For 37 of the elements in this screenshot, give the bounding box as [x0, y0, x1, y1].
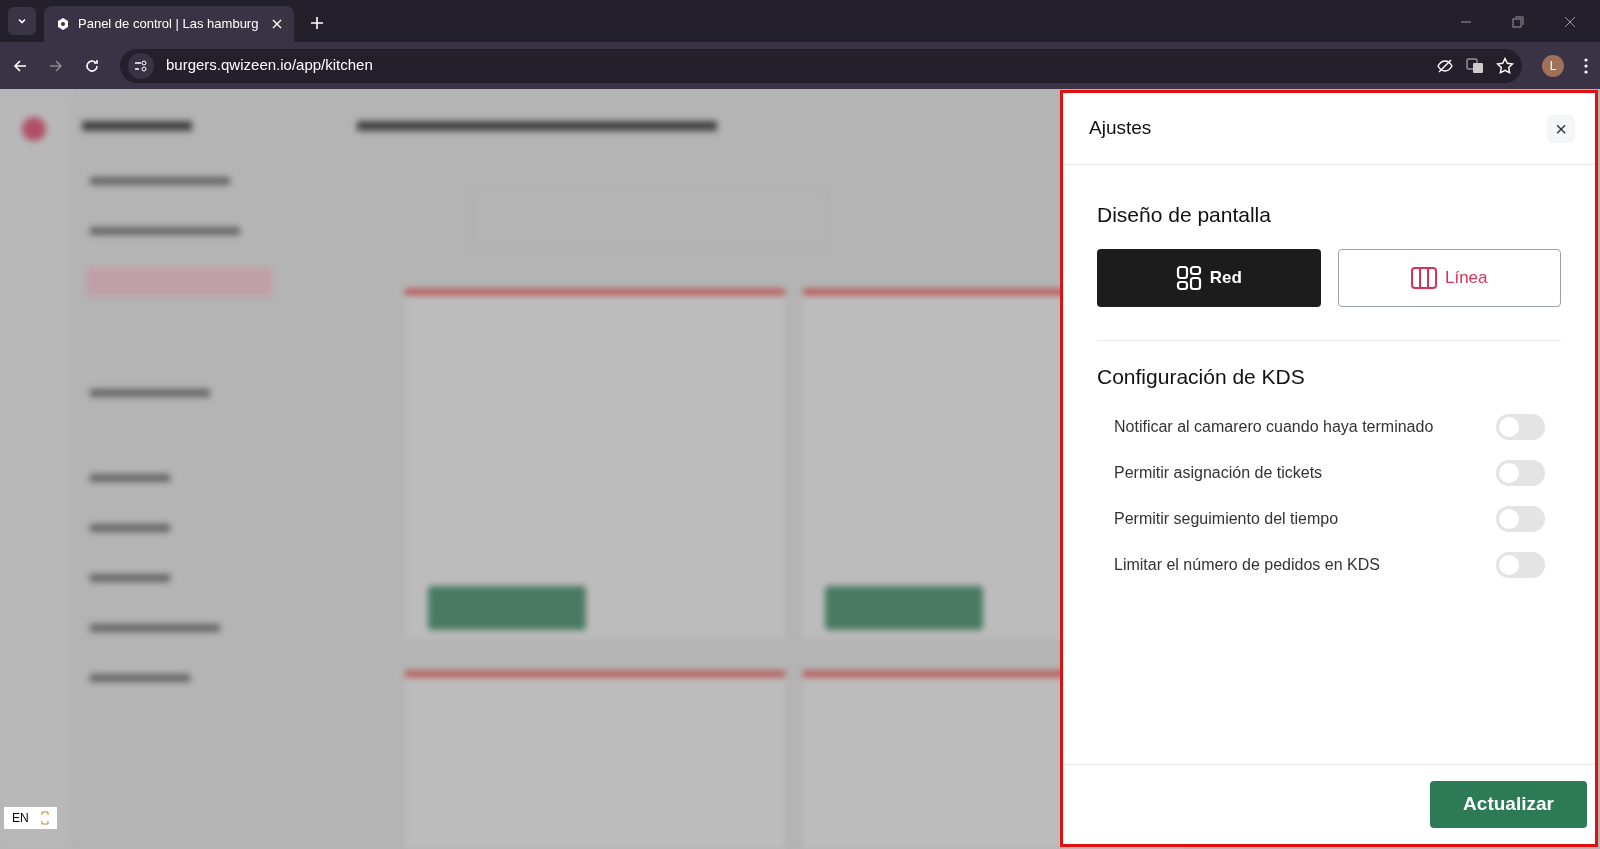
reload-icon[interactable] [84, 57, 100, 74]
toggle-switch[interactable] [1496, 552, 1545, 578]
hexagon-logo-icon [56, 17, 70, 31]
layout-option[interactable]: Red [1097, 248, 1321, 307]
translate-icon[interactable] [1466, 56, 1484, 75]
close-button[interactable]: × [1547, 114, 1575, 143]
tab-title: Panel de control | Las hamburg [78, 15, 260, 34]
more-menu-icon[interactable] [1584, 57, 1588, 74]
close-window-icon[interactable] [1564, 16, 1576, 28]
toggle-switch[interactable] [1496, 414, 1545, 440]
setting-label: Limitar el número de pedidos en KDS [1114, 555, 1380, 575]
expand-icon [40, 811, 49, 825]
setting-label: Notificar al camarero cuando haya terminado [1114, 417, 1434, 437]
grid-icon [1175, 264, 1202, 291]
setting-label: Permitir asignación de tickets [1114, 463, 1323, 483]
address-bar[interactable]: burgers.qwizeen.io/app/kitchen [120, 48, 1522, 83]
url-text: burgers.qwizeen.io/app/kitchen [166, 55, 374, 76]
back-arrow-icon[interactable] [12, 57, 28, 74]
setting-label: Permitir seguimiento del tiempo [1114, 509, 1339, 529]
forward-arrow-icon[interactable] [48, 57, 64, 74]
toggle-switch[interactable] [1496, 506, 1545, 532]
site-settings-icon[interactable] [128, 52, 154, 79]
section-heading: Configuración de KDS [1097, 363, 1306, 390]
language-indicator[interactable]: EN [4, 807, 57, 829]
toggle-switch[interactable] [1496, 460, 1545, 486]
update-button[interactable]: Actualizar [1430, 781, 1587, 828]
close-tab-icon[interactable] [272, 19, 282, 29]
tab-list-button[interactable] [8, 7, 36, 35]
star-icon[interactable] [1496, 56, 1514, 75]
layout-option[interactable]: Línea [1337, 248, 1561, 307]
section-heading: Diseño de pantalla [1097, 202, 1272, 228]
restore-icon[interactable] [1512, 16, 1524, 28]
panel-title: Ajustes [1089, 116, 1152, 141]
new-tab-icon[interactable] [310, 16, 324, 30]
browser-tab[interactable]: Panel de control | Las hamburg [44, 6, 294, 42]
columns-icon [1410, 266, 1437, 289]
profile-avatar[interactable]: L [1542, 54, 1564, 77]
